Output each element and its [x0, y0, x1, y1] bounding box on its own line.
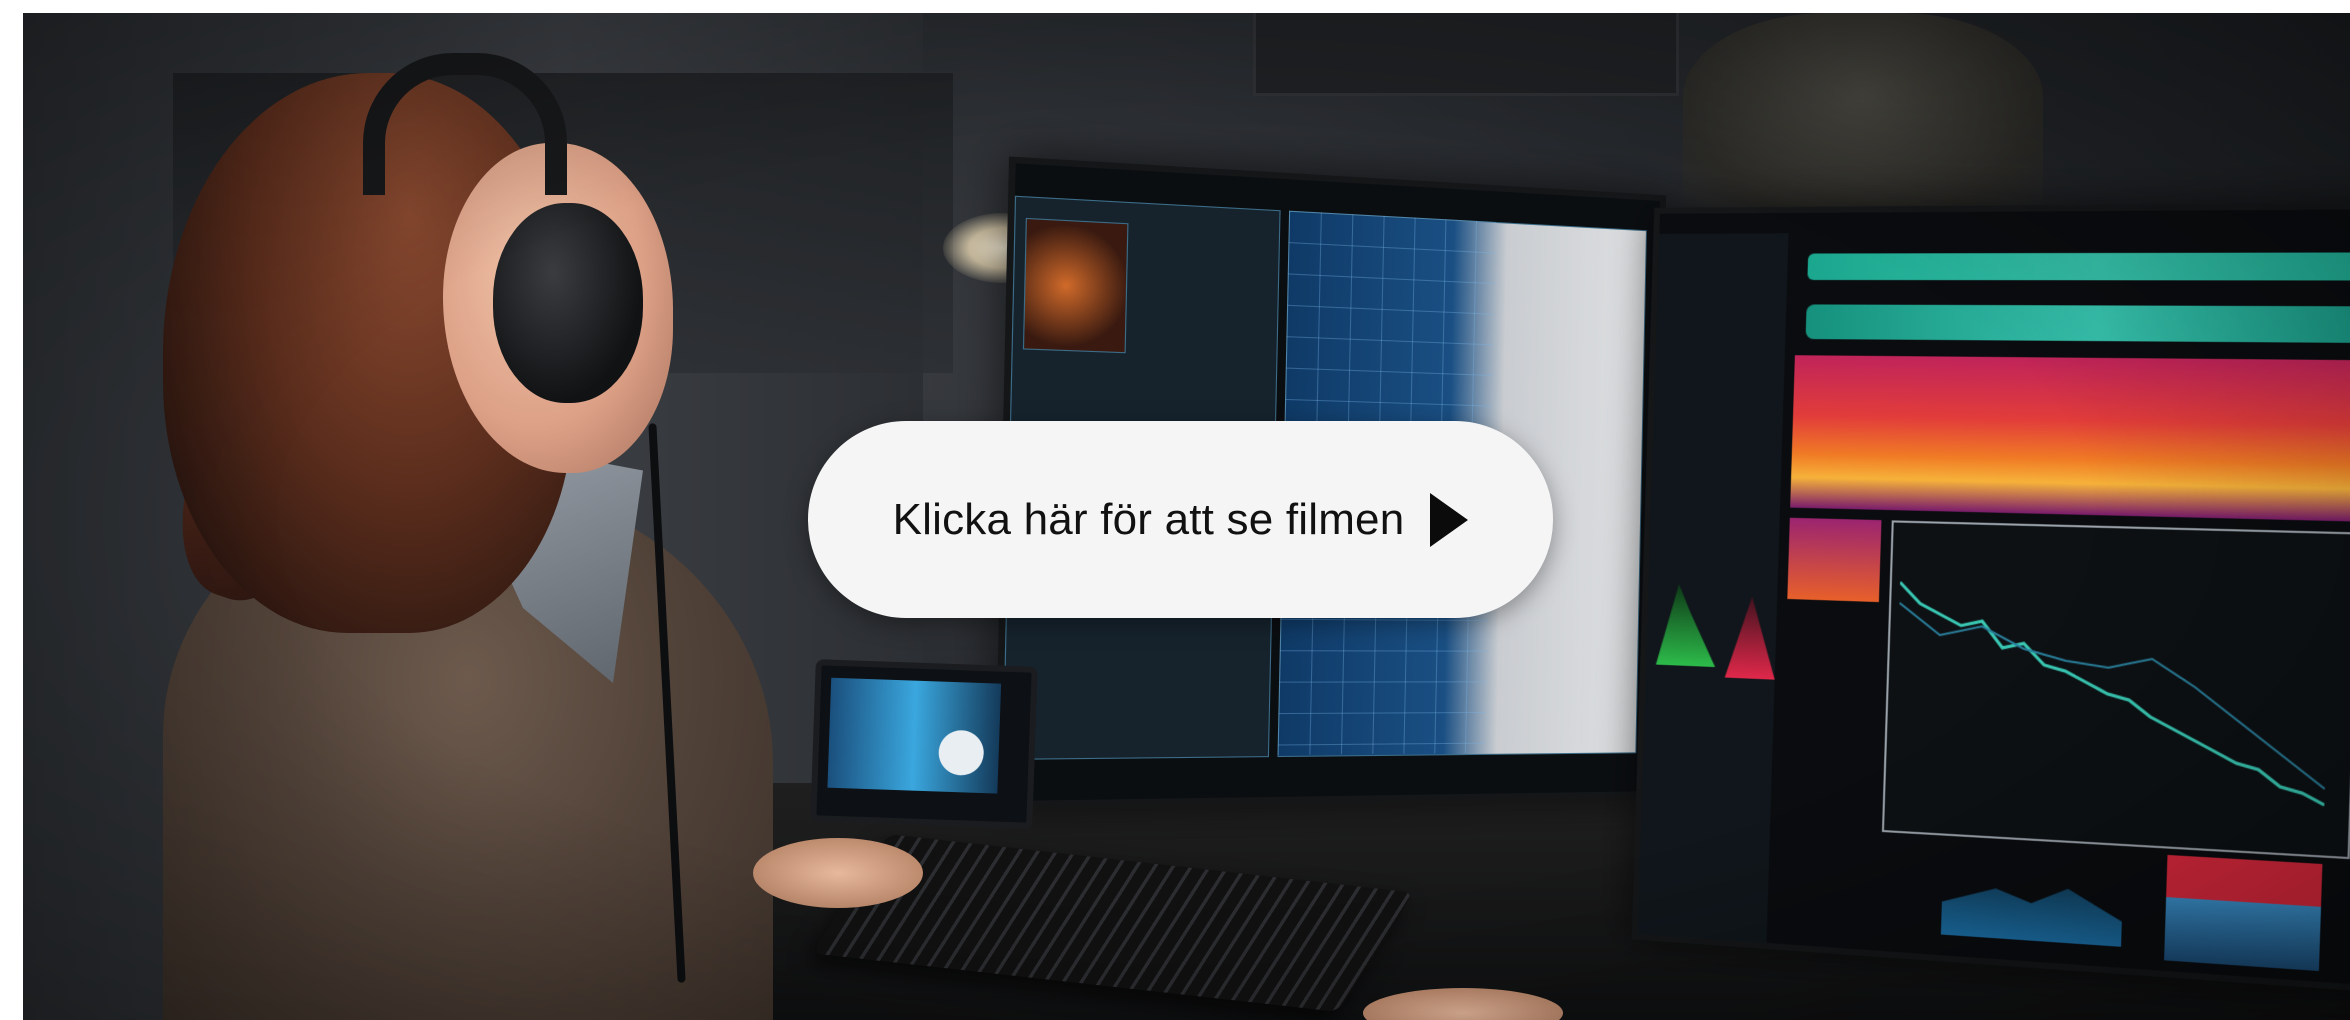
background-frames [1253, 13, 1679, 96]
play-button-label: Klicka här för att se filmen [892, 494, 1405, 544]
spectrum-blue [1941, 852, 2124, 947]
waveform-middle [1805, 304, 2350, 344]
spectrum-panel [2164, 855, 2322, 971]
play-video-button[interactable]: Klicka här för att se filmen [808, 421, 1553, 618]
monitor-audio-analysis [1631, 202, 2350, 994]
person-hand-left [753, 838, 923, 908]
monitor-audio-controls [1637, 233, 1789, 943]
spectrogram [1790, 355, 2350, 523]
small-display [810, 659, 1038, 829]
headphone-cup [493, 203, 643, 403]
play-icon [1430, 492, 1469, 547]
background-person [1683, 13, 2043, 223]
monitor-map-thumbnail [1022, 217, 1129, 354]
waveform-top [1807, 252, 2350, 281]
frequency-curve [1894, 562, 2332, 811]
spectrogram-small [1787, 517, 1882, 603]
